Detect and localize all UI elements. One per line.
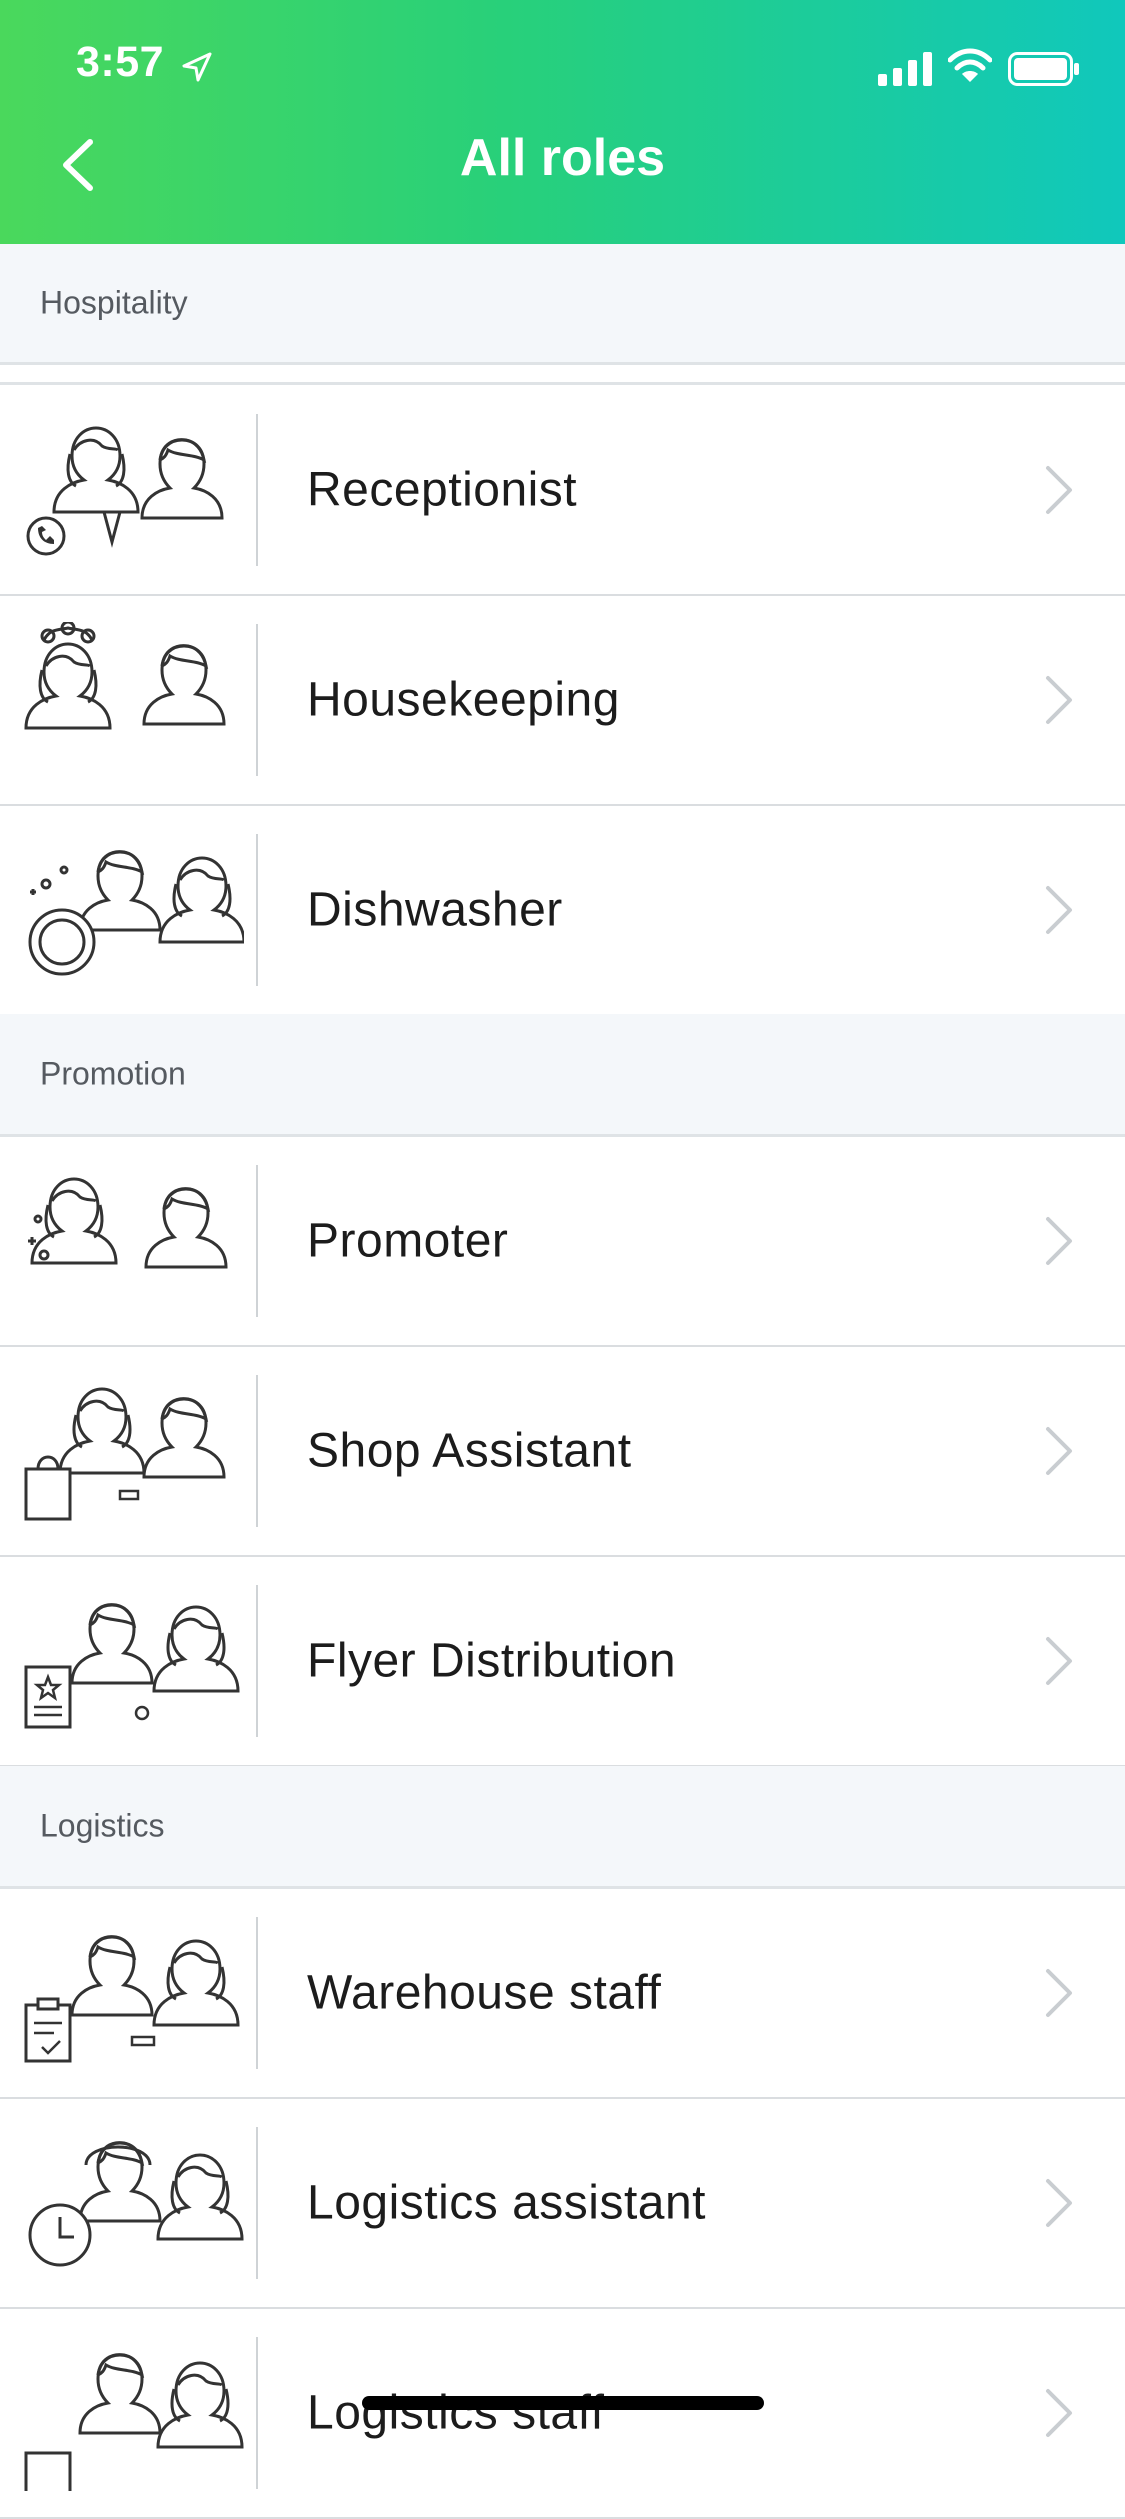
role-label: Promoter (307, 1214, 509, 1268)
role-label: Warehouse staff (307, 1966, 662, 2020)
role-label: Dishwasher (307, 883, 563, 937)
warehouse-staff-illustration-icon (24, 1935, 240, 2063)
role-row-receptionist[interactable]: Receptionist (0, 386, 1125, 596)
divider (0, 382, 1125, 385)
battery-icon (1008, 52, 1079, 86)
housekeeping-illustration-icon (24, 622, 226, 730)
role-label: Logistics assistant (307, 2176, 707, 2230)
chevron-right-icon (1046, 1217, 1072, 1265)
status-time: 3:57 (76, 38, 165, 86)
chevron-right-icon (1046, 886, 1072, 934)
row-divider (256, 2337, 258, 2489)
home-indicator[interactable] (362, 2396, 764, 2410)
row-divider (256, 624, 258, 776)
location-arrow-icon (182, 52, 212, 82)
role-row-logistics-assistant[interactable]: Logistics assistant (0, 2099, 1125, 2309)
chevron-right-icon (1046, 2389, 1072, 2437)
row-divider (256, 1585, 258, 1737)
page-title: All roles (459, 129, 666, 187)
role-label: Receptionist (307, 463, 578, 517)
chevron-right-icon (1046, 466, 1072, 514)
app-header: 3:57 All roles (0, 0, 1125, 244)
role-label: Shop Assistant (307, 1424, 632, 1478)
flyer-distribution-illustration-icon (24, 1603, 240, 1729)
section-header-promotion: Promotion (0, 1014, 1125, 1137)
logistics-staff-illustration-icon (24, 2353, 244, 2491)
row-divider (256, 2127, 258, 2279)
section-label: Logistics (40, 1807, 165, 1844)
chevron-right-icon (1046, 1637, 1072, 1685)
logistics-assistant-illustration-icon (28, 2141, 244, 2267)
row-divider (256, 414, 258, 566)
role-label: Logistics staff (307, 2386, 605, 2440)
section-label: Promotion (40, 1055, 186, 1092)
role-row-warehouse-staff[interactable]: Warehouse staff (0, 1889, 1125, 2099)
role-row-dishwasher[interactable]: Dishwasher (0, 806, 1125, 1016)
chevron-right-icon (1046, 676, 1072, 724)
chevron-right-icon (1046, 1427, 1072, 1475)
cellular-signal-icon (878, 52, 932, 86)
row-divider (256, 1165, 258, 1317)
role-row-logistics-staff[interactable]: Logistics staff (0, 2309, 1125, 2519)
row-divider (256, 1917, 258, 2069)
wifi-icon (948, 48, 992, 82)
section-label: Hospitality (40, 284, 188, 321)
section-header-logistics: Logistics (0, 1766, 1125, 1889)
section-header-hospitality: Hospitality (0, 244, 1125, 365)
role-row-promoter[interactable]: Promoter (0, 1137, 1125, 1347)
promoter-illustration-icon (28, 1177, 228, 1269)
dishwasher-illustration-icon (28, 850, 244, 976)
row-divider (256, 1375, 258, 1527)
shop-assistant-illustration-icon (24, 1387, 226, 1521)
role-label: Housekeeping (307, 673, 620, 727)
chevron-right-icon (1046, 1969, 1072, 2017)
receptionist-illustration-icon (26, 426, 224, 556)
row-divider (256, 834, 258, 986)
role-row-flyer-distribution[interactable]: Flyer Distribution (0, 1557, 1125, 1767)
role-row-shop-assistant[interactable]: Shop Assistant (0, 1347, 1125, 1557)
role-row-housekeeping[interactable]: Housekeeping (0, 596, 1125, 806)
role-label: Flyer Distribution (307, 1634, 677, 1688)
chevron-right-icon (1046, 2179, 1072, 2227)
